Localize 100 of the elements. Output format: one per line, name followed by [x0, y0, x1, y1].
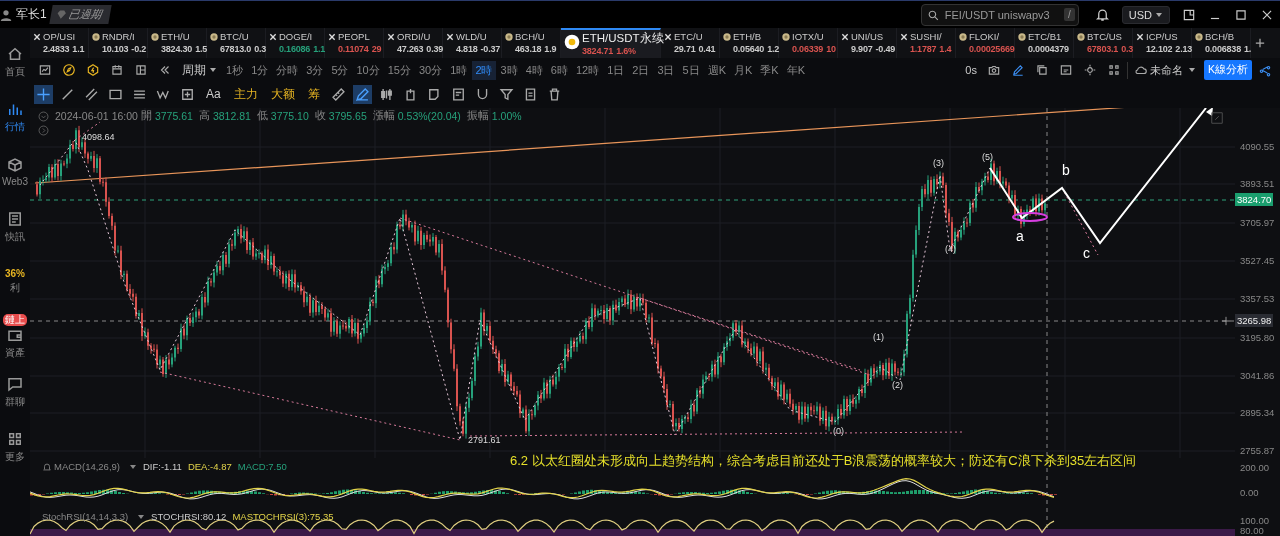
- compass-icon[interactable]: [62, 63, 76, 77]
- period-dropdown[interactable]: 周期: [178, 61, 221, 79]
- pen-tool[interactable]: [352, 84, 372, 104]
- ticker-tab[interactable]: BTC/US 67803.1 0.3: [1074, 28, 1133, 58]
- interval-tab[interactable]: 5分: [328, 60, 352, 80]
- copy-icon[interactable]: [1035, 63, 1049, 77]
- interval-tab[interactable]: 1分: [248, 60, 272, 80]
- wave-label: (2): [892, 380, 903, 390]
- grid-icon[interactable]: [1107, 63, 1121, 77]
- crosshair-tool[interactable]: [34, 84, 53, 104]
- macd-value: MACD:7.50: [237, 461, 287, 472]
- interval-tab[interactable]: 1秒: [223, 60, 247, 80]
- analysis-button[interactable]: K線分析: [1204, 60, 1252, 80]
- add-icon[interactable]: [1255, 38, 1265, 48]
- interval-tab[interactable]: 1日: [604, 60, 628, 80]
- ticker-change: 10: [826, 43, 836, 55]
- ticker-symbol: SUSHI/: [910, 31, 943, 43]
- ticker-tab[interactable]: WLD/U 4.818 -0.37: [443, 28, 502, 58]
- sidebar-item[interactable]: 行情: [0, 93, 30, 140]
- indicator-name[interactable]: MACD(14,26,9): [54, 461, 120, 472]
- ticker-tab[interactable]: SUSHI/ 1.1787 1.4: [897, 28, 956, 58]
- interval-tab[interactable]: 分時: [273, 60, 302, 80]
- interval-tab[interactable]: 30分: [416, 60, 446, 80]
- interval-tab[interactable]: 年K: [783, 60, 808, 80]
- ticker-symbol: BTC/U: [220, 31, 250, 43]
- ticker-symbol: ETH/B: [733, 31, 762, 43]
- interval-tab[interactable]: 4時: [522, 60, 546, 80]
- camera-icon[interactable]: [987, 63, 1001, 77]
- coin-icon: [151, 33, 159, 41]
- chart-icon[interactable]: [38, 63, 52, 77]
- caret-icon[interactable]: [137, 512, 146, 521]
- ticker-tab[interactable]: DOGE/I 0.16086 1.1: [266, 28, 325, 58]
- interval-tab[interactable]: 3時: [497, 60, 521, 80]
- sidebar-item[interactable]: 36% 利: [0, 258, 30, 305]
- bell-icon[interactable]: [1094, 7, 1110, 22]
- ticker-symbol: BCH/U: [515, 31, 546, 43]
- rewind-icon[interactable]: [158, 63, 172, 77]
- caret-icon[interactable]: [129, 462, 137, 471]
- ticker-tab[interactable]: RNDR/I 10.103 -0.2: [89, 28, 148, 58]
- interval-tab[interactable]: 6時: [547, 60, 571, 80]
- interval-tab[interactable]: 週K: [704, 60, 729, 80]
- circle-highlight: [1012, 212, 1048, 222]
- settings-icon[interactable]: [1083, 63, 1097, 77]
- ticker-tab[interactable]: ETC/B1 0.0004379: [1015, 28, 1074, 58]
- interval-tab[interactable]: 15分: [384, 60, 414, 80]
- sidebar-item[interactable]: 首頁: [0, 38, 30, 85]
- interval-tab[interactable]: 2日: [629, 60, 653, 80]
- sidebar-item[interactable]: Web3: [0, 148, 30, 195]
- interval-tab[interactable]: 3日: [654, 60, 678, 80]
- calendar-icon[interactable]: [110, 63, 124, 77]
- ticker-price: 47.263: [397, 43, 424, 55]
- ticker-tab[interactable]: PEOPL 0.11074 29: [325, 28, 384, 58]
- ticker-tab[interactable]: ICP/US 12.102 2.13: [1133, 28, 1192, 58]
- indicator-name[interactable]: StochRSI(14,14,3,3): [42, 511, 129, 522]
- interval-tab[interactable]: 10分: [353, 60, 383, 80]
- pencil-icon[interactable]: [1011, 63, 1025, 77]
- sidebar-item[interactable]: 鏈上 資產: [0, 313, 30, 360]
- ticker-tab[interactable]: ETH/U 3824.30 1.5: [148, 28, 207, 58]
- ticker-change: 1.2: [767, 43, 780, 55]
- ohlc-value: 3812.81: [212, 110, 251, 122]
- plus-icon[interactable]: [1221, 316, 1231, 326]
- interval-tab[interactable]: 1時: [447, 60, 471, 80]
- ticker-tab[interactable]: BTC/U 67813.0 0.3: [207, 28, 266, 58]
- layout-icon[interactable]: [134, 63, 148, 77]
- layout-dropdown[interactable]: 未命名: [1127, 61, 1202, 79]
- axis-label: 4090.55: [1239, 140, 1276, 153]
- currency-select[interactable]: USD: [1121, 5, 1170, 24]
- text-tool[interactable]: Aa: [202, 87, 225, 101]
- ticker-tab[interactable]: BCH/B 0.006838 1.: [1192, 28, 1251, 58]
- share-icon[interactable]: [1258, 63, 1272, 77]
- ticker-tab[interactable]: UNI/US 9.907 -0.49: [838, 28, 897, 58]
- cross-icon: [900, 33, 908, 41]
- interval-tab[interactable]: 5日: [679, 60, 703, 80]
- sidebar-label: 更多: [5, 449, 25, 464]
- sidebar-item[interactable]: 群聊: [0, 368, 30, 415]
- screenshot-icon[interactable]: [1059, 63, 1073, 77]
- ticker-tab[interactable]: FLOKI/ 0.00025669: [956, 28, 1015, 58]
- wave-label: (3): [933, 158, 944, 168]
- ticker-tab[interactable]: IOTX/U 0.06339 10: [779, 28, 838, 58]
- ticker-tab[interactable]: ETH/B 0.05640 1.2: [720, 28, 779, 58]
- sidebar-item[interactable]: 快訊: [0, 203, 30, 250]
- interval-tab[interactable]: 季K: [757, 60, 782, 80]
- maximize-icon[interactable]: [1234, 7, 1248, 22]
- sidebar-item[interactable]: 更多: [0, 423, 30, 470]
- ticker-tab[interactable]: ORDI/U 47.263 0.39: [384, 28, 443, 58]
- ticker-symbol: ETH/U: [161, 31, 191, 43]
- indicator-button[interactable]: 筹: [303, 85, 324, 103]
- hexagon-icon[interactable]: [86, 63, 100, 77]
- coin-icon: [92, 33, 100, 41]
- ticker-change: 2.13: [1175, 43, 1193, 55]
- indicator-button[interactable]: 大额: [266, 85, 299, 103]
- interval-tab[interactable]: 3分: [303, 60, 327, 80]
- indicator-button[interactable]: 主力: [229, 85, 262, 103]
- ticker-tab[interactable]: OP/USI 2.4833 1.1: [30, 28, 89, 58]
- expand-icon[interactable]: [1210, 111, 1224, 125]
- layout-icon[interactable]: [1182, 7, 1196, 22]
- avatar-icon[interactable]: [0, 7, 12, 22]
- interval-tab[interactable]: 2時: [472, 60, 496, 80]
- interval-tab[interactable]: 月K: [730, 60, 756, 80]
- interval-tab[interactable]: 12時: [572, 60, 603, 80]
